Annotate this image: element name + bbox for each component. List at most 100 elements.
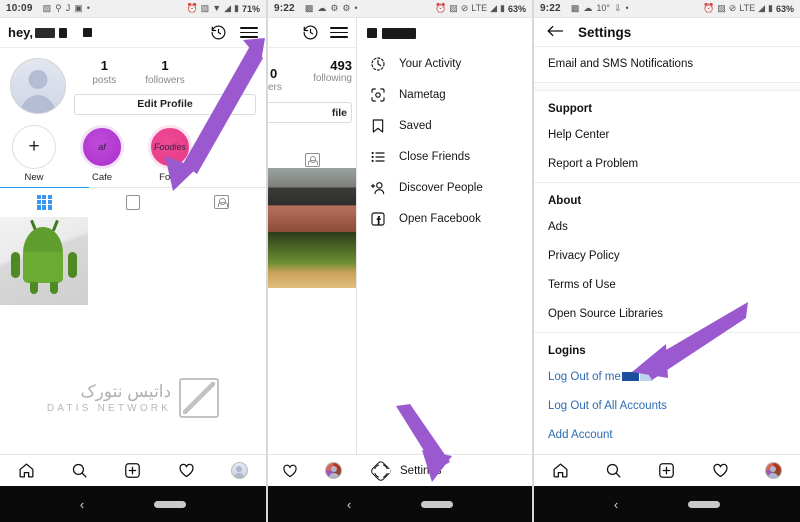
settings-item-report-a-problem[interactable]: Report a Problem xyxy=(534,149,800,178)
settings-group-support: Support Help Center Report a Problem xyxy=(534,91,800,182)
search-icon[interactable] xyxy=(71,462,88,479)
system-home-pill[interactable] xyxy=(154,500,187,508)
phone-screen-profile: 10:09 ▧ ⚲ J ▣ • ⏰ ▨ ▼ ◢ ▮ 71% hey, 1 pos… xyxy=(0,0,268,522)
menu-item-label: Saved xyxy=(399,119,432,132)
bottom-navigation xyxy=(534,454,800,486)
activity-heart-icon[interactable] xyxy=(712,462,729,479)
following-count: 493 xyxy=(330,58,352,73)
followers-count: 1 xyxy=(161,58,169,73)
profile-summary: 1 posts 1 followers Edit Profile xyxy=(0,48,266,119)
redacted-account-block-2 xyxy=(639,372,653,381)
page-title: Settings xyxy=(578,24,632,40)
system-navigation-bar: ‹ xyxy=(268,486,532,522)
home-icon[interactable] xyxy=(552,462,569,479)
avatar[interactable] xyxy=(10,58,66,114)
profile-avatar-icon[interactable] xyxy=(764,462,782,479)
discover-people-icon xyxy=(369,179,386,196)
hamburger-icon[interactable] xyxy=(240,27,258,38)
status-bar: 10:09 ▧ ⚲ J ▣ • ⏰ ▨ ▼ ◢ ▮ 71% xyxy=(0,0,266,18)
peek-edit-profile-button[interactable]: file xyxy=(268,102,352,123)
posts-count: 1 xyxy=(100,58,108,73)
edit-profile-button[interactable]: Edit Profile xyxy=(74,93,256,115)
phone-screen-menu: 9:22 ▩ ☁ ⚙ ⚙ • ⏰ ▨ ⊘ LTE ◢ ▮ 63% 0 ers 4… xyxy=(268,0,534,522)
status-bar: 9:22 ▩ ☁ 10° ⇩ • ⏰ ▨ ⊘ LTE ◢ ▮ 63% xyxy=(534,0,800,18)
settings-item-help-center[interactable]: Help Center xyxy=(534,120,800,149)
settings-item-ads[interactable]: Ads xyxy=(534,212,800,241)
tab-grid[interactable] xyxy=(0,186,89,217)
back-arrow-icon[interactable] xyxy=(546,24,564,41)
post-thumbnail-hands[interactable] xyxy=(268,168,356,232)
search-icon[interactable] xyxy=(605,462,622,479)
settings-item-terms-of-use[interactable]: Terms of Use xyxy=(534,270,800,299)
history-icon[interactable] xyxy=(300,23,320,43)
stat-following[interactable] xyxy=(195,58,256,86)
highlight-label: Cafe xyxy=(91,171,113,183)
alarm-icon: ⏰ xyxy=(434,3,447,13)
bookmark-icon xyxy=(369,117,386,134)
system-back-button[interactable]: ‹ xyxy=(80,497,84,512)
signal-icon: ◢ xyxy=(490,3,498,13)
menu-item-label: Your Activity xyxy=(399,57,462,70)
no-wifi-icon: ⊘ xyxy=(460,3,469,13)
instagram-icon: ▣ xyxy=(74,3,83,13)
post-thumbnail-android[interactable] xyxy=(0,216,88,305)
activity-heart-icon[interactable] xyxy=(178,462,195,479)
hamburger-icon[interactable] xyxy=(330,27,348,38)
peek-following-stat[interactable]: 493 following xyxy=(268,48,356,84)
stat-followers[interactable]: 1 followers xyxy=(135,58,196,86)
cloud-icon: ☁ xyxy=(317,3,327,13)
system-back-button[interactable]: ‹ xyxy=(347,497,351,512)
post-grid xyxy=(0,216,266,305)
settings-item-email-sms-notifications[interactable]: Email and SMS Notifications xyxy=(534,49,800,78)
highlight-cafe[interactable]: af Cafe xyxy=(78,124,126,183)
watermark-logo-icon xyxy=(179,378,220,418)
settings-item-privacy-policy[interactable]: Privacy Policy xyxy=(534,241,800,270)
settings-group-logins: Logins Log Out of me Log Out of All Acco… xyxy=(534,333,800,453)
highlight-food[interactable]: Foodies Food xyxy=(146,124,194,183)
add-post-icon[interactable] xyxy=(658,462,675,479)
signal-icon: ◢ xyxy=(758,3,766,13)
history-icon[interactable] xyxy=(208,23,228,43)
system-home-pill[interactable] xyxy=(688,500,721,508)
settings-item-open-source-libraries[interactable]: Open Source Libraries xyxy=(534,299,800,328)
vibrate-icon: ▨ xyxy=(717,3,726,13)
camera-icon: ▧ xyxy=(42,3,52,13)
settings-group-notifications: Email and SMS Notifications xyxy=(534,47,800,82)
menu-item-label: Close Friends xyxy=(399,150,470,163)
home-icon[interactable] xyxy=(18,462,35,479)
profile-avatar-icon[interactable] xyxy=(230,462,248,479)
activity-clock-icon xyxy=(369,55,386,72)
settings-item-log-out-of-account[interactable]: Log Out of me xyxy=(534,362,800,391)
activity-heart-icon[interactable] xyxy=(282,463,298,479)
tab-tagged[interactable] xyxy=(177,188,266,217)
profile-app-bar: hey, xyxy=(0,18,266,48)
menu-item-saved[interactable]: Saved xyxy=(357,110,532,141)
system-home-pill[interactable] xyxy=(421,500,454,508)
peek-followers-label: ers xyxy=(268,82,282,93)
menu-item-your-activity[interactable]: Your Activity xyxy=(357,48,532,79)
menu-item-settings[interactable]: Settings xyxy=(356,454,532,486)
profile-avatar-icon[interactable] xyxy=(325,462,343,479)
dot-icon: • xyxy=(354,3,358,13)
settings-group-about: About Ads Privacy Policy Terms of Use Op… xyxy=(534,183,800,332)
peek-app-bar xyxy=(268,18,356,48)
alarm-icon: ⏰ xyxy=(186,3,198,13)
tagged-icon xyxy=(214,195,230,210)
stat-posts[interactable]: 1 posts xyxy=(74,58,135,86)
system-back-button[interactable]: ‹ xyxy=(614,497,618,512)
menu-item-close-friends[interactable]: Close Friends xyxy=(357,141,532,172)
menu-item-open-facebook[interactable]: Open Facebook xyxy=(357,203,532,234)
bottom-navigation xyxy=(0,454,266,486)
settings-item-log-out-all-accounts[interactable]: Log Out of All Accounts xyxy=(534,391,800,420)
tab-reels[interactable] xyxy=(89,188,178,217)
post-thumbnail-vegetables[interactable] xyxy=(268,232,356,288)
highlight-new[interactable]: + New xyxy=(10,124,58,183)
menu-item-discover-people[interactable]: Discover People xyxy=(357,172,532,203)
facebook-icon xyxy=(369,210,386,227)
profile-tabs xyxy=(0,186,266,217)
settings-item-add-account[interactable]: Add Account xyxy=(534,420,800,449)
highlight-label: Food xyxy=(159,171,181,183)
signal-icon: ◢ xyxy=(224,3,232,13)
add-post-icon[interactable] xyxy=(124,462,141,479)
menu-item-nametag[interactable]: Nametag xyxy=(357,79,532,110)
